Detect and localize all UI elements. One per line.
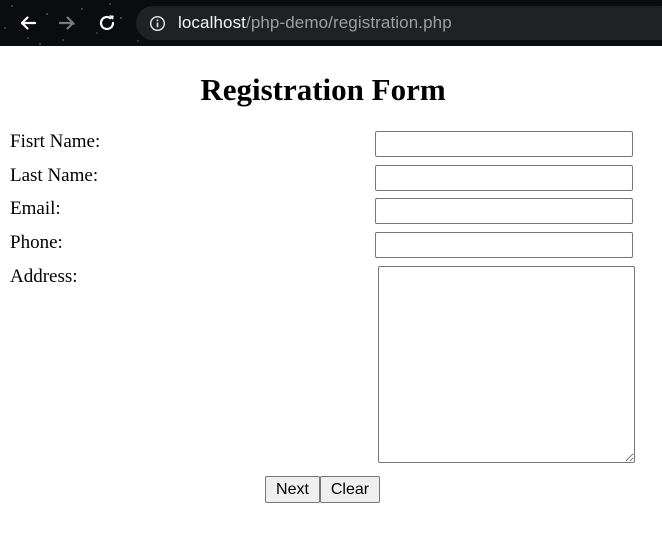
first-name-label: Fisrt Name: — [10, 131, 101, 152]
url-host: localhost — [178, 13, 246, 32]
info-icon[interactable] — [148, 14, 166, 32]
phone-label: Phone: — [10, 232, 63, 253]
arrow-left-icon — [20, 16, 37, 30]
email-input[interactable] — [375, 198, 633, 224]
url-text: localhost/php-demo/registration.php — [178, 13, 452, 33]
last-name-input[interactable] — [375, 165, 633, 191]
browser-toolbar: localhost/php-demo/registration.php — [0, 0, 662, 46]
url-path: /php-demo/registration.php — [246, 13, 452, 32]
forward-button[interactable] — [53, 9, 81, 37]
next-button[interactable]: Next — [265, 476, 320, 503]
email-label: Email: — [10, 198, 61, 219]
phone-input[interactable] — [375, 232, 633, 258]
clear-button[interactable]: Clear — [320, 476, 380, 503]
first-name-input[interactable] — [375, 131, 633, 157]
page-title: Registration Form — [200, 72, 446, 107]
address-textarea[interactable] — [378, 266, 635, 463]
last-name-label: Last Name: — [10, 165, 99, 186]
reload-button[interactable] — [93, 9, 121, 37]
reload-icon — [99, 15, 115, 31]
arrow-right-icon — [58, 16, 75, 30]
address-label: Address: — [10, 266, 78, 287]
page-content: Registration Form Fisrt Name: Last Name:… — [0, 46, 662, 541]
back-button[interactable] — [14, 9, 42, 37]
address-bar[interactable]: localhost/php-demo/registration.php — [136, 6, 662, 40]
